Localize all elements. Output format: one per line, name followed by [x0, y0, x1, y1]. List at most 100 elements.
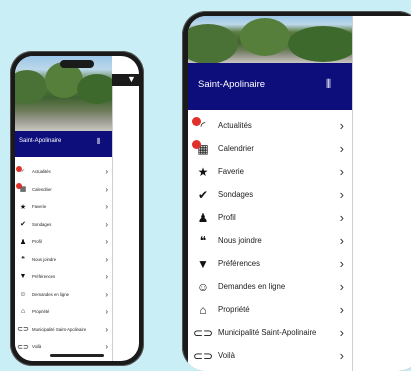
menu-item-label: Préférences: [32, 274, 56, 280]
link-icon: ⊂⊃: [192, 348, 214, 363]
menu-item[interactable]: ▦ Calendrier ›: [188, 137, 352, 160]
person-icon: ♟: [19, 238, 27, 246]
link-icon: ⊂⊃: [17, 343, 29, 351]
menu-item[interactable]: ♟ Profil ›: [15, 233, 112, 251]
menu-item-label: Demandes en ligne: [218, 282, 286, 291]
chevron-right-icon: ›: [105, 219, 108, 229]
menu-item[interactable]: ▼ Préférences ›: [15, 268, 112, 286]
chevron-right-icon: ›: [105, 307, 108, 317]
side-menu: ◜ Actualités › ▦ Calendrier › ★ Faverie › ✔ Sondag…: [15, 157, 112, 361]
chevron-right-icon: ›: [105, 237, 108, 247]
chat-icon: ❝: [199, 233, 207, 248]
menu-item[interactable]: ❝ Nous joindre ›: [188, 229, 352, 252]
settings-sliders-icon[interactable]: ⫴: [326, 77, 331, 92]
menu-item[interactable]: ♟ Profil ›: [188, 206, 352, 229]
menu-item-label: Voilà: [32, 344, 42, 350]
smiley-icon: ☺: [196, 279, 210, 294]
chevron-right-icon: ›: [339, 325, 344, 340]
menu-divider: [352, 16, 353, 371]
menu-item-label: Préférences: [218, 259, 261, 268]
filter-icon[interactable]: ▼: [127, 74, 136, 84]
chevron-right-icon: ›: [339, 279, 344, 294]
menu-item-label: Nous joindre: [218, 236, 262, 245]
small-phone-frame: ▼ Saint-Apolinaire ⫴ ◜ Actualités › ▦ Calend…: [10, 51, 144, 366]
rss-icon: ◜: [192, 116, 211, 133]
chevron-right-icon: ›: [339, 141, 344, 156]
menu-item-label: Propriété: [32, 309, 50, 315]
menu-item[interactable]: ▼ Préférences ›: [188, 252, 352, 275]
menu-item-label: Municipalité Saint-Apolinaire: [32, 326, 87, 332]
menu-header: Saint-Apolinaire ⫴: [15, 131, 112, 157]
chevron-right-icon: ›: [105, 289, 108, 299]
menu-item[interactable]: ◜ Actualités ›: [15, 163, 112, 181]
person-icon: ♟: [197, 210, 209, 225]
menu-item-label: Faverie: [32, 204, 47, 210]
home-indicator: [50, 354, 104, 357]
menu-item[interactable]: ☺ Demandes en ligne ›: [15, 286, 112, 304]
chevron-right-icon: ›: [339, 348, 344, 363]
header-title: Saint-Apolinaire: [19, 138, 62, 144]
filter-icon: ▼: [197, 256, 209, 271]
chevron-right-icon: ›: [339, 302, 344, 317]
menu-item[interactable]: ⊂⊃ Municipalité Saint-Apolinaire ›: [188, 321, 352, 344]
chevron-right-icon: ›: [105, 272, 108, 282]
notification-badge: [16, 183, 22, 190]
notification-badge: [192, 116, 201, 126]
chevron-right-icon: ›: [339, 118, 344, 133]
menu-item[interactable]: ▦ Calendrier ›: [15, 181, 112, 199]
house-circle-icon: ⌂: [20, 308, 26, 316]
rss-icon: ◜: [16, 165, 28, 176]
menu-item[interactable]: ✔ Sondages ›: [188, 183, 352, 206]
star-icon: ★: [19, 203, 27, 211]
menu-item-label: Nous joindre: [32, 256, 57, 262]
menu-item[interactable]: ◜ Actualités ›: [188, 114, 352, 137]
menu-item[interactable]: ⊂⊃ Voilà ›: [188, 344, 352, 367]
menu-item[interactable]: ⊂⊃ Municipalité Saint-Apolinaire ›: [15, 321, 112, 339]
chevron-right-icon: ›: [105, 167, 108, 177]
header-photo: [188, 16, 352, 63]
menu-item[interactable]: ★ Faverie ›: [188, 160, 352, 183]
menu-item-label: Municipalité Saint-Apolinaire: [218, 328, 317, 337]
chat-icon: ❝: [21, 256, 25, 264]
menu-item[interactable]: ⌂ Propriété ›: [15, 303, 112, 321]
menu-item[interactable]: ☺ Demandes en ligne ›: [188, 275, 352, 298]
chevron-right-icon: ›: [339, 233, 344, 248]
menu-item[interactable]: ❝ Nous joindre ›: [15, 251, 112, 269]
menu-item[interactable]: ⌂ Propriété ›: [188, 298, 352, 321]
star-icon: ★: [197, 164, 209, 179]
menu-item-label: Propriété: [218, 305, 250, 314]
chevron-right-icon: ›: [105, 254, 108, 264]
side-menu: ◜ Actualités › ▦ Calendrier › ★ Faverie › ✔ Sondag…: [188, 110, 352, 371]
menu-item-label: Profil: [218, 213, 236, 222]
chevron-right-icon: ›: [105, 202, 108, 212]
settings-sliders-icon[interactable]: ⫴: [97, 137, 100, 147]
small-phone-screen: ▼ Saint-Apolinaire ⫴ ◜ Actualités › ▦ Calend…: [15, 56, 139, 361]
menu-item[interactable]: ✔ Sondages ›: [15, 216, 112, 234]
house-circle-icon: ⌂: [199, 302, 207, 317]
menu-item-label: Actualités: [32, 169, 51, 175]
chevron-right-icon: ›: [105, 342, 108, 352]
link-icon: ⊂⊃: [17, 326, 29, 334]
menu-item-label: Voilà: [218, 351, 235, 360]
check-circle-icon: ✔: [20, 221, 26, 229]
menu-item[interactable]: ★ Faverie ›: [15, 198, 112, 216]
calendar-icon: ▦: [192, 139, 211, 156]
menu-item-label: Faverie: [218, 167, 244, 176]
header-title: Saint-Apolinaire: [198, 79, 266, 90]
filter-icon: ▼: [19, 273, 27, 281]
menu-divider: [112, 86, 113, 361]
menu-item-label: Profil: [32, 239, 42, 245]
menu-header: Saint-Apolinaire ⫴: [188, 63, 352, 110]
menu-item-label: Sondages: [218, 190, 254, 199]
chevron-right-icon: ›: [339, 187, 344, 202]
chevron-right-icon: ›: [105, 324, 108, 334]
smiley-icon: ☺: [19, 290, 27, 298]
check-circle-icon: ✔: [197, 187, 209, 202]
calendar-icon: ▦: [16, 183, 28, 193]
notification-badge: [192, 139, 201, 149]
notification-badge: [16, 165, 22, 172]
menu-item-label: Calendrier: [32, 186, 52, 192]
dynamic-island: [60, 60, 94, 68]
menu-item[interactable]: ⊂⊃ Voilà ›: [15, 338, 112, 356]
chevron-right-icon: ›: [339, 164, 344, 179]
